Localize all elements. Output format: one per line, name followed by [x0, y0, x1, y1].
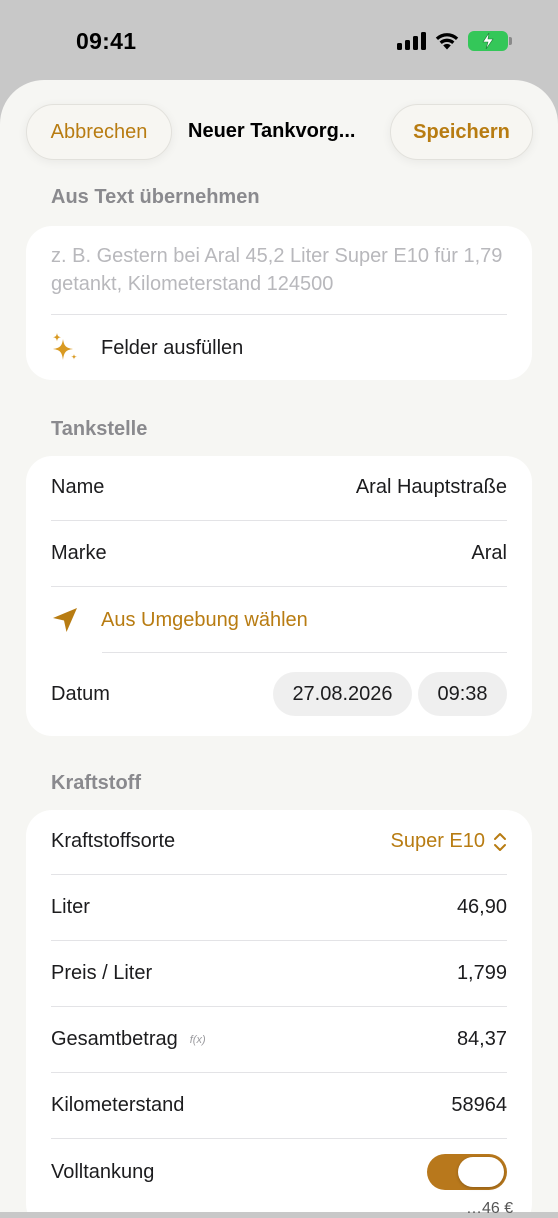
full-tank-label: Volltankung	[51, 1160, 155, 1183]
fuel-type-row[interactable]: Kraftstoffsorte Super E10	[51, 830, 507, 853]
station-brand-value[interactable]: Aral	[471, 542, 507, 565]
station-card: Name Aral Hauptstraße Marke Aral Aus Umg…	[26, 456, 532, 736]
location-arrow-icon	[51, 606, 79, 634]
divider	[51, 1072, 507, 1073]
odometer-row[interactable]: Kilometerstand 58964	[51, 1094, 507, 1117]
divider	[51, 940, 507, 941]
station-brand-label: Marke	[51, 542, 107, 564]
save-button[interactable]: Speichern	[390, 104, 533, 160]
divider	[51, 314, 507, 315]
cellular-signal-icon	[397, 32, 426, 50]
fuel-type-label: Kraftstoffsorte	[51, 830, 176, 852]
toggle-knob	[458, 1157, 504, 1187]
fuel-card: Kraftstoffsorte Super E10 Liter 46,90 Pr…	[26, 810, 532, 1212]
odometer-value[interactable]: 58964	[451, 1094, 507, 1117]
full-tank-toggle[interactable]	[427, 1154, 507, 1190]
from-text-card: z. B. Gestern bei Aral 45,2 Liter Super …	[26, 226, 532, 380]
divider	[51, 586, 507, 587]
date-label: Datum	[51, 682, 110, 705]
divider	[51, 874, 507, 875]
fill-fields-button[interactable]: Felder ausfüllen	[51, 333, 244, 362]
liters-row[interactable]: Liter 46,90	[51, 896, 507, 919]
odometer-label: Kilometerstand	[51, 1094, 185, 1116]
fuel-type-select[interactable]: Super E10	[390, 830, 507, 853]
fill-fields-label: Felder ausfüllen	[101, 336, 244, 359]
wifi-icon	[435, 33, 459, 50]
choose-nearby-button[interactable]: Aus Umgebung wählen	[51, 606, 308, 634]
cancel-button[interactable]: Abbrechen	[26, 104, 172, 160]
divider	[51, 1138, 507, 1139]
navigation-bar: Abbrechen Neuer Tankvorg... Speichern	[0, 80, 558, 184]
full-tank-row: Volltankung	[51, 1154, 507, 1190]
station-brand-row[interactable]: Marke Aral	[51, 542, 507, 565]
chevron-up-down-icon	[494, 832, 506, 851]
liters-value[interactable]: 46,90	[457, 896, 507, 919]
total-amount-value[interactable]: 84,37	[457, 1028, 507, 1051]
fuel-type-value: Super E10	[390, 830, 485, 852]
sparkles-icon	[51, 333, 79, 362]
price-per-liter-row[interactable]: Preis / Liter 1,799	[51, 962, 507, 985]
section-header-station: Tankstelle	[51, 418, 148, 440]
free-text-input[interactable]: z. B. Gestern bei Aral 45,2 Liter Super …	[51, 242, 511, 298]
battery-charging-icon	[468, 31, 512, 51]
divider	[102, 652, 507, 653]
station-name-label: Name	[51, 476, 105, 498]
choose-nearby-label: Aus Umgebung wählen	[101, 608, 308, 631]
date-picker[interactable]: 27.08.2026	[273, 672, 412, 716]
status-icons	[397, 30, 512, 52]
background-peek-text: …46 €	[466, 1200, 514, 1217]
station-name-value[interactable]: Aral Hauptstraße	[356, 476, 507, 499]
sheet-title: Neuer Tankvorg...	[188, 120, 356, 142]
status-time: 09:41	[76, 28, 137, 54]
new-refuel-sheet: Abbrechen Neuer Tankvorg... Speichern Au…	[0, 80, 558, 1212]
divider	[51, 1006, 507, 1007]
total-amount-label: Gesamtbetrag	[51, 1028, 178, 1050]
time-picker[interactable]: 09:38	[418, 672, 507, 716]
section-header-from-text: Aus Text übernehmen	[51, 186, 260, 208]
date-row: Datum 27.08.2026 09:38	[51, 672, 507, 716]
divider	[51, 520, 507, 521]
price-per-liter-value[interactable]: 1,799	[457, 962, 507, 985]
liters-label: Liter	[51, 896, 90, 918]
total-amount-row[interactable]: Gesamtbetrag f(x) 84,37	[51, 1028, 507, 1051]
status-bar: 09:41	[0, 0, 558, 80]
formula-icon: f(x)	[189, 1033, 206, 1046]
section-header-fuel: Kraftstoff	[51, 772, 141, 794]
price-per-liter-label: Preis / Liter	[51, 962, 153, 984]
station-name-row[interactable]: Name Aral Hauptstraße	[51, 476, 507, 499]
